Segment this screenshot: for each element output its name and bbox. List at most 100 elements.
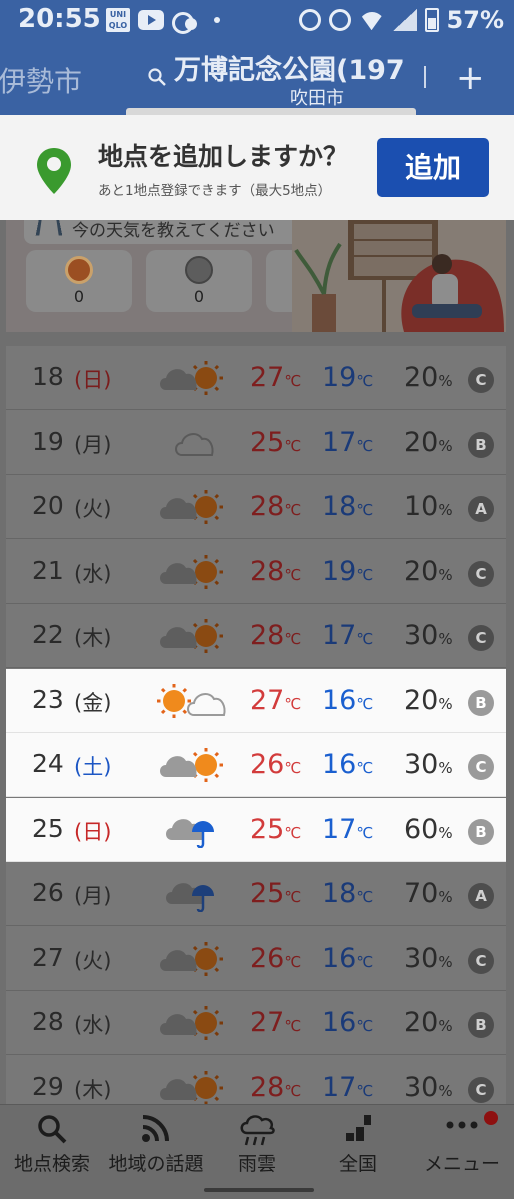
temp-unit: ℃ [284,1017,302,1035]
nav-menu[interactable]: メニュー [410,1105,514,1181]
status-bar: 20:55 UNI QLO 57% [0,0,514,40]
nav-rain-clouds[interactable]: 雨雲 [208,1105,306,1181]
status-time: 20:55 [18,4,101,34]
forecast-row[interactable]: 20 (火) 28℃ 18℃ 10% A [6,475,506,539]
low-temp: 19℃ [322,556,373,587]
forecast-date: 29 [32,1071,64,1101]
precipitation-value: 10 [404,491,439,522]
temp-unit: ℃ [284,501,302,519]
forecast-date: 26 [32,878,64,907]
forecast-weekday: (火) [74,497,112,521]
forecast-row[interactable]: 18 (日) 27℃ 19℃ 20% C [6,346,506,410]
nav-label: 地域の話題 [108,1153,204,1175]
precipitation-chance: 20% [404,556,453,587]
forecast-weekday: (土) [74,755,112,779]
active-tab-indicator [126,108,416,115]
search-icon[interactable] [148,68,166,86]
high-temp: 28℃ [250,491,301,522]
high-temp-value: 28 [250,555,285,587]
low-temp: 18℃ [322,491,373,522]
forecast-row[interactable]: 25 (日) 25℃ 17℃ 60% B [6,797,506,862]
temp-unit: ℃ [356,1081,374,1100]
reliability-badge: C [468,1076,494,1103]
forecast-row[interactable]: 27 (火) 26℃ 16℃ 30% C [6,927,506,991]
percent-unit: % [438,1081,453,1100]
add-button[interactable]: 追加 [377,138,489,197]
forecast-weekday: (木) [74,626,112,650]
high-temp-value: 27 [250,684,285,716]
poll-cloudy-count: 0 [193,287,205,306]
reliability-badge: B [468,818,494,845]
weather-app-icon [172,8,198,34]
poll-cloudy-button[interactable]: 0 [146,250,252,312]
forecast-date: 20 [32,491,64,520]
nav-location-search[interactable]: 地点検索 [0,1105,104,1181]
temp-unit: ℃ [356,501,374,519]
rss-icon [142,1115,169,1142]
forecast-date: 23 [32,684,64,714]
precipitation-chance: 30% [404,1072,453,1103]
add-location-button[interactable]: + [456,58,485,98]
poll-illustration [292,220,506,332]
reliability-badge: B [468,431,494,458]
forecast-row[interactable]: 21 (水) 28℃ 19℃ 20% C [6,540,506,604]
precipitation-chance: 10% [404,491,453,522]
precipitation-value: 70 [404,878,439,909]
temp-unit: ℃ [284,436,302,455]
location-city: 吹田市 [290,88,344,109]
location-title[interactable]: 万博記念公園(197 [174,48,416,87]
cloud-sun-icon [160,554,223,589]
temp-unit: ℃ [356,372,374,390]
forecast-row[interactable]: 22 (木) 28℃ 17℃ 30% C [6,604,506,668]
header-divider [424,66,426,88]
forecast-date: 19 [32,426,64,456]
poll-sunny-button[interactable]: 0 [26,250,132,312]
low-temp: 16℃ [322,749,373,780]
percent-unit: % [438,501,453,519]
temp-unit: ℃ [284,565,302,584]
low-temp: 16℃ [322,1007,373,1038]
forecast-weekday: (金) [74,690,112,715]
gesture-area [0,1180,514,1199]
more-notifications-icon [214,17,220,23]
forecast-row[interactable]: 26 (月) 25℃ 18℃ 70% A [6,862,506,926]
forecast-row[interactable]: 28 (水) 27℃ 16℃ 20% B [6,991,506,1055]
percent-unit: % [438,630,453,648]
temp-unit: ℃ [356,436,374,455]
sun-icon [65,256,93,284]
low-temp-value: 16 [322,749,357,780]
percent-unit: % [438,888,453,906]
forecast-row[interactable]: 29 (木) 28℃ 17℃ 30% C [6,1056,506,1107]
temp-unit: ℃ [284,759,302,777]
low-temp-value: 17 [322,426,357,458]
forecast-weekday: (月) [74,884,112,908]
temp-unit: ℃ [284,823,302,842]
nav-local-topics[interactable]: 地域の話題 [104,1105,208,1181]
bottom-nav: 地点検索 地域の話題 雨雲 全国 メニュー [0,1104,514,1180]
nav-label: 全国 [338,1153,377,1175]
notification-badge [484,1111,498,1125]
temp-unit: ℃ [284,630,302,648]
high-temp: 25℃ [250,878,301,909]
precipitation-value: 20 [404,426,439,458]
forecast-row[interactable]: 23 (金) 27℃ 16℃ 20% B [6,668,506,733]
forecast-weekday: (木) [74,1077,112,1102]
forecast-row[interactable]: 19 (月) 25℃ 17℃ 20% B [6,411,506,475]
high-temp: 27℃ [250,1007,301,1038]
gesture-handle[interactable] [204,1188,314,1192]
tab-previous-location[interactable]: 伊勢市 [0,60,82,100]
forecast-row[interactable]: 24 (土) 26℃ 16℃ 30% C [6,733,506,797]
precipitation-value: 30 [404,942,439,974]
low-temp-value: 19 [322,362,357,393]
weather-poll: 今の天気を教えてください 0 0 0 [6,220,506,332]
precipitation-value: 20 [404,684,439,716]
rain-cloud-icon [240,1115,275,1146]
nav-national[interactable]: 全国 [306,1105,410,1181]
cloud-icon [185,256,213,284]
cloud-sun-icon [160,361,223,395]
high-temp-value: 27 [250,362,285,393]
precipitation-chance: 30% [404,943,453,974]
low-temp: 17℃ [322,620,373,651]
temp-unit: ℃ [356,630,374,648]
low-temp-value: 16 [322,684,357,716]
